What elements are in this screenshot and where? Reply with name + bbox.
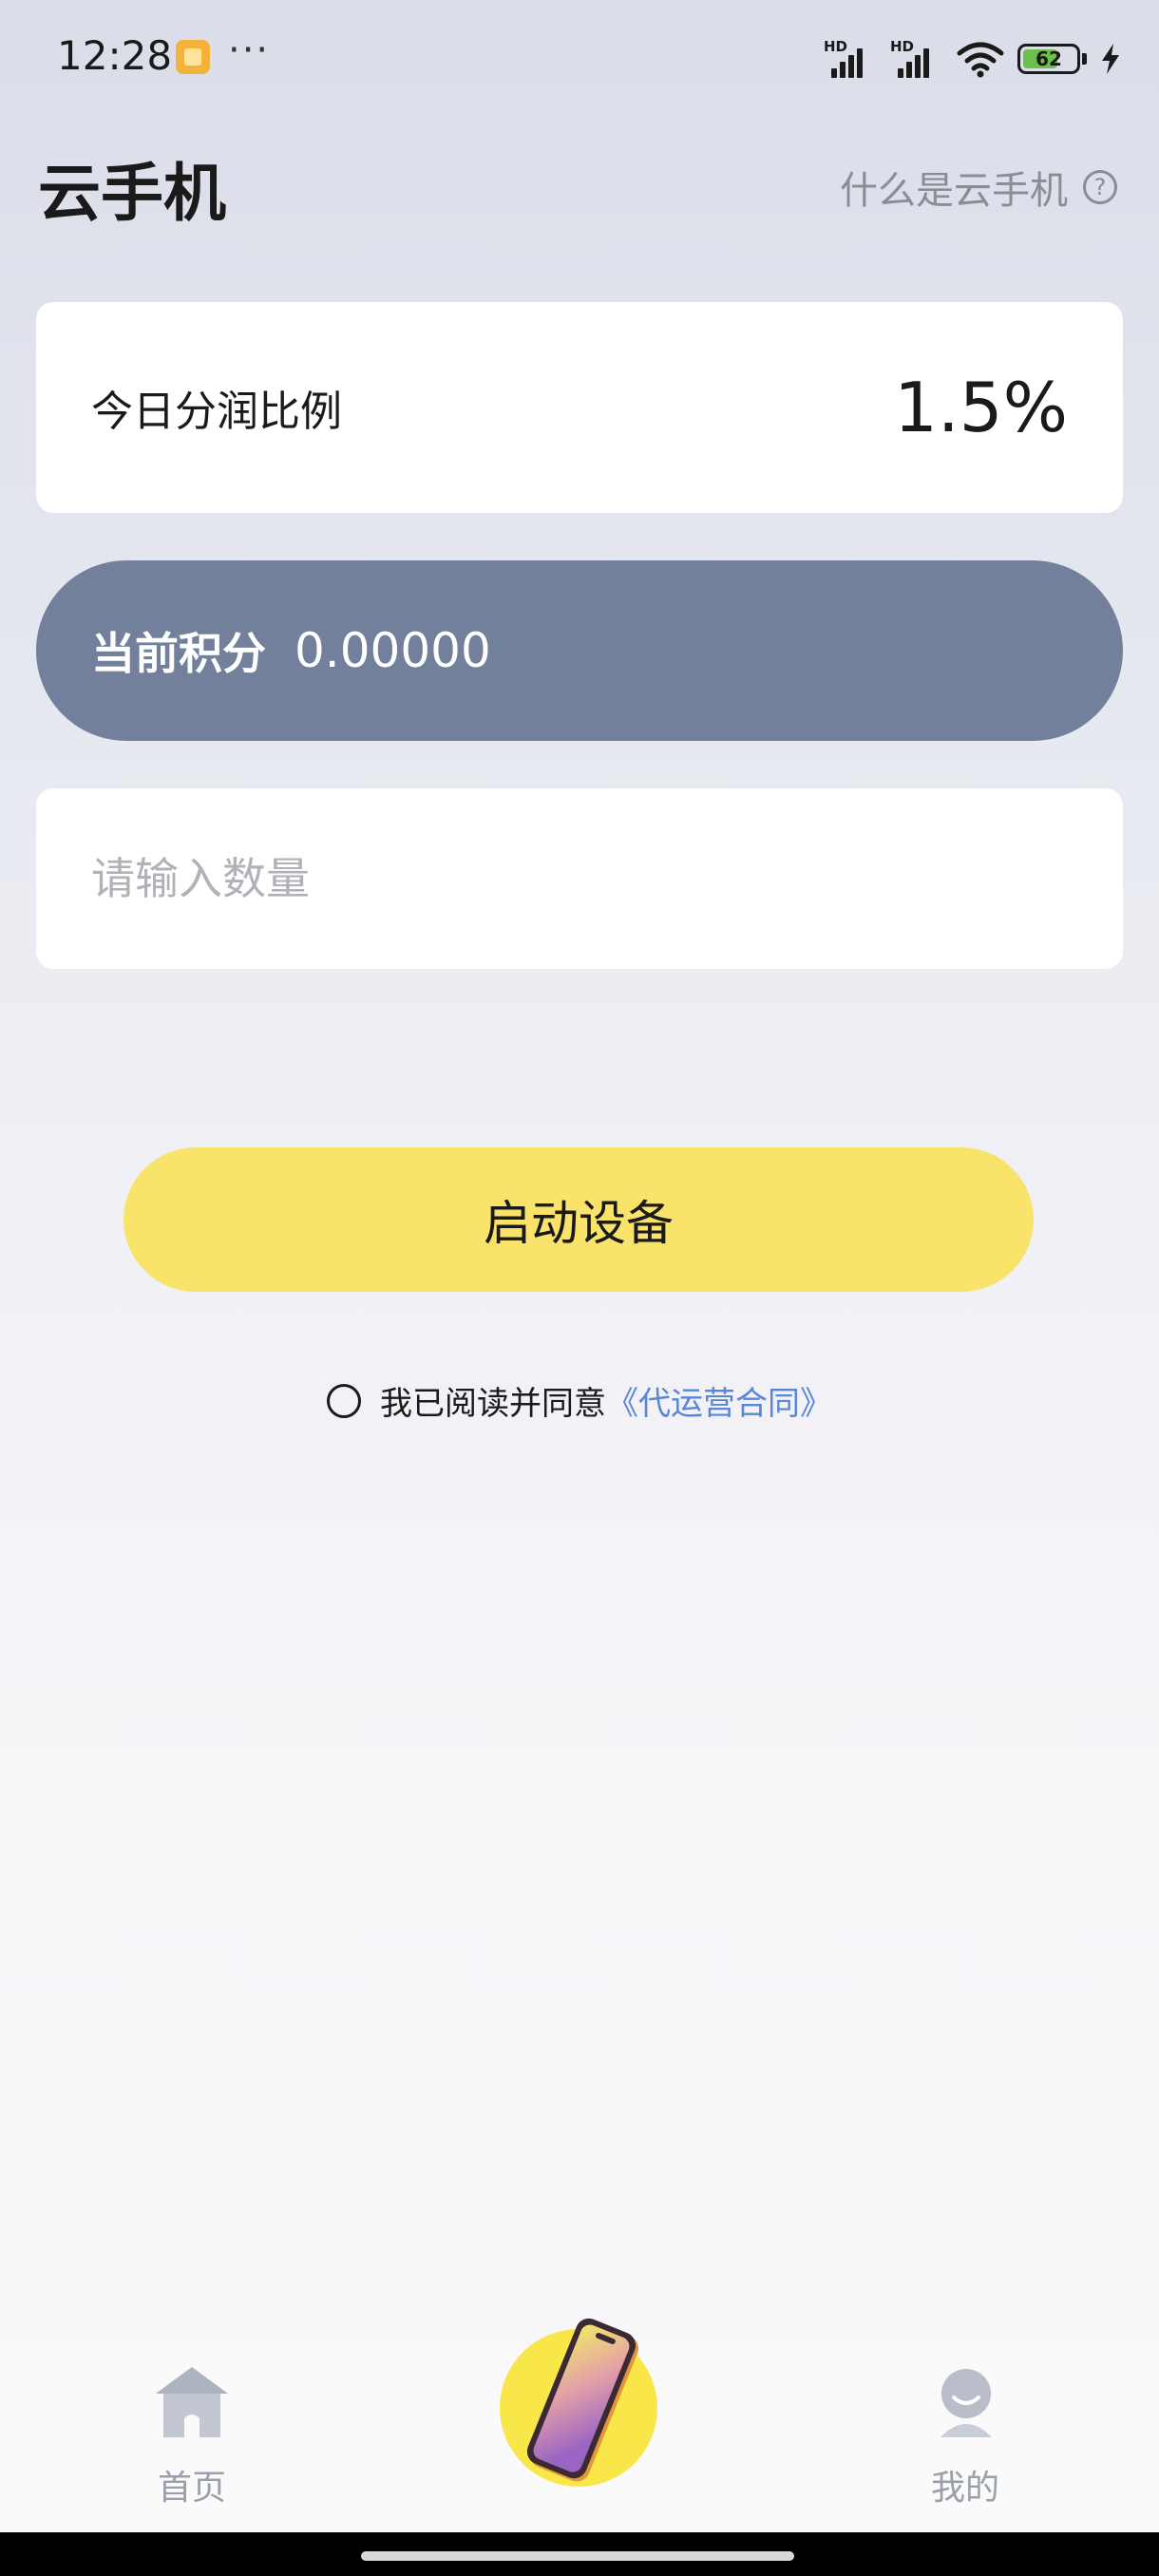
agreement-row: 我已阅读并同意 《代运营合同》 [0, 1377, 1159, 1424]
quantity-card [36, 788, 1123, 969]
help-icon: ? [1083, 170, 1117, 204]
battery-level: 62 [1036, 47, 1062, 70]
page-title: 云手机 [38, 157, 226, 230]
phone-icon [526, 2318, 639, 2482]
signal-icon-2: HD [890, 38, 943, 80]
tab-home-label: 首页 [157, 2469, 226, 2508]
charging-icon [1102, 44, 1119, 74]
tab-me-label: 我的 [930, 2469, 999, 2508]
battery-icon: 62 [1017, 44, 1080, 74]
signal-icon: HD [824, 38, 877, 80]
tab-me[interactable]: 我的 [870, 2346, 1060, 2532]
agreement-text: 我已阅读并同意 [380, 1385, 606, 1423]
contract-link[interactable]: 《代运营合同》 [606, 1377, 832, 1424]
tab-home[interactable]: 首页 [97, 2346, 287, 2532]
home-icon [156, 2367, 228, 2437]
profit-ratio-label: 今日分润比例 [91, 388, 342, 436]
status-time: 12:28 [57, 32, 173, 79]
cloud-phone-center-button[interactable] [500, 2318, 657, 2487]
notification-app-icon [176, 40, 210, 74]
start-device-button[interactable]: 启动设备 [124, 1147, 1034, 1292]
more-notifications-icon: ··· [228, 28, 271, 72]
profit-ratio-value: 1.5% [894, 368, 1068, 447]
profit-ratio-card: 今日分润比例 1.5% [36, 302, 1123, 513]
agreement-checkbox[interactable] [327, 1383, 361, 1418]
home-gesture-handle[interactable] [361, 2551, 794, 2561]
help-link-label: 什么是云手机 [840, 169, 1068, 213]
current-points-value: 0.00000 [294, 623, 491, 678]
system-navigation-bar [0, 2532, 1159, 2576]
status-icons: HD HD 62 [824, 36, 1121, 82]
current-points-label: 当前积分 [91, 628, 266, 679]
current-points-panel: 当前积分 0.00000 [36, 560, 1123, 741]
what-is-cloud-phone-link[interactable]: 什么是云手机 ? [840, 160, 1117, 215]
status-bar: 12:28 ··· HD HD 62 [0, 0, 1159, 114]
wifi-icon [957, 42, 1004, 78]
battery-cap [1082, 53, 1087, 65]
quantity-input[interactable] [91, 853, 1068, 904]
user-icon [940, 2369, 992, 2437]
